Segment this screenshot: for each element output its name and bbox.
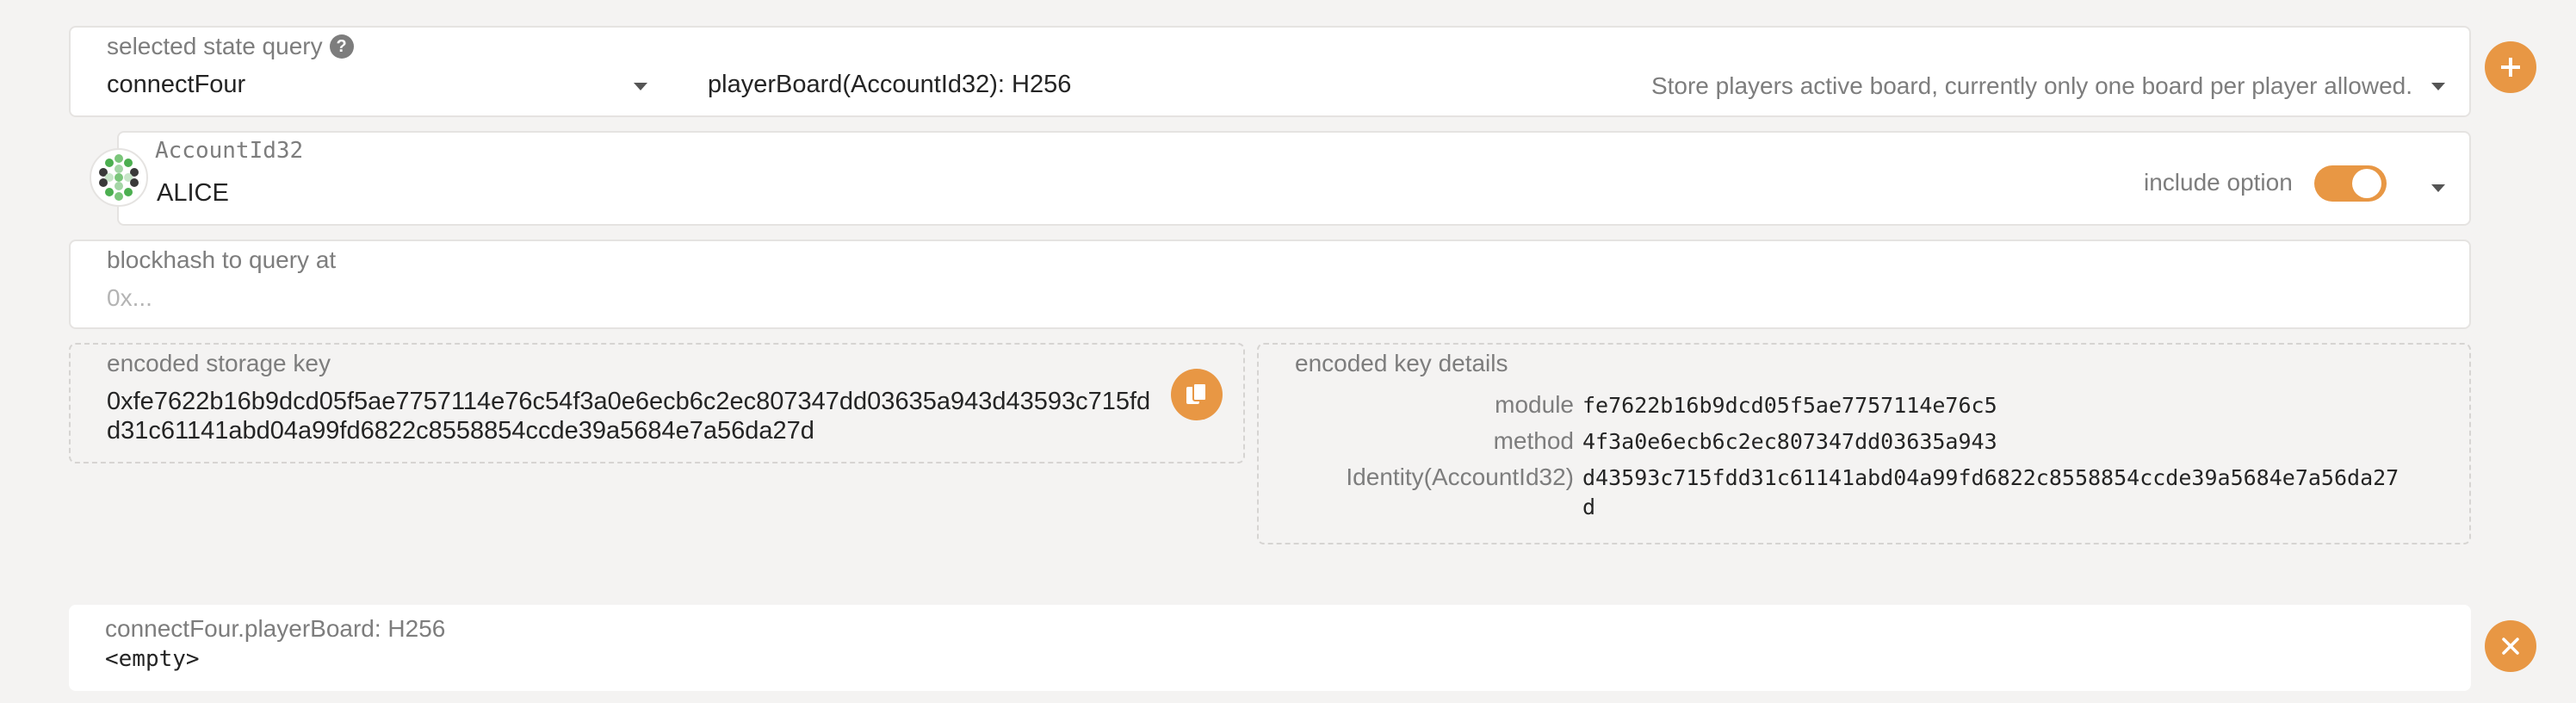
toggle-knob <box>2352 169 2381 198</box>
account-input: AccountId32 ALICE include option <box>117 131 2471 226</box>
key-detail-name: Identity(AccountId32) <box>1346 463 1574 490</box>
module-dropdown[interactable]: connectFour <box>71 71 673 107</box>
state-query-label-text: selected state query <box>107 33 323 59</box>
key-detail-name: method <box>1493 427 1574 454</box>
key-detail-name: module <box>1495 391 1574 418</box>
key-detail-value-wrap: d <box>1582 495 1596 519</box>
blockhash-input[interactable]: blockhash to query at 0x... <box>69 240 2471 329</box>
copy-button[interactable] <box>1171 369 1223 420</box>
include-option-label: include option <box>2144 169 2293 196</box>
method-dropdown[interactable]: playerBoard(AccountId32): H256 Store pla… <box>708 71 2455 107</box>
close-icon <box>2502 638 2519 655</box>
help-icon[interactable]: ? <box>329 34 354 59</box>
blockhash-label: blockhash to query at <box>107 246 337 273</box>
result-value: <empty> <box>105 646 200 672</box>
key-detail-value: fe7622b16b9dcd05f5ae7757114e76c5 <box>1582 393 1997 418</box>
state-query-selector: selected state query ? connectFour playe… <box>69 26 2471 117</box>
query-result: connectFour.playerBoard: H256 <empty> <box>69 605 2471 691</box>
result-label: connectFour.playerBoard: H256 <box>105 615 446 642</box>
remove-result-button[interactable] <box>2485 620 2536 672</box>
chevron-down-icon <box>634 83 647 90</box>
chevron-down-icon <box>2431 83 2445 90</box>
encoded-key-details: encoded key details module fe7622b16b9dc… <box>1257 343 2471 544</box>
blockhash-placeholder: 0x... <box>107 284 152 311</box>
key-details-label: encoded key details <box>1295 350 1508 376</box>
account-label: AccountId32 <box>155 138 304 164</box>
encoded-key-line1: 0xfe7622b16b9dcd05f5ae7757114e76c54f3a0e… <box>107 388 1151 415</box>
add-query-button[interactable] <box>2485 41 2536 93</box>
method-description: Store players active board, currently on… <box>1650 72 2412 99</box>
method-signature: playerBoard(AccountId32): H256 <box>708 71 1072 98</box>
encoded-key-label: encoded storage key <box>107 350 331 376</box>
identicon-pattern <box>99 154 139 201</box>
encoded-storage-key: encoded storage key 0xfe7622b16b9dcd05f5… <box>69 343 1245 463</box>
encoded-key-line2: d31c61141abd04a99fd6822c8558854ccde39a56… <box>107 417 814 445</box>
account-value[interactable]: ALICE <box>157 179 229 208</box>
plus-icon <box>2501 58 2520 77</box>
key-detail-value: 4f3a0e6ecb6c2ec807347dd03635a943 <box>1582 429 1997 454</box>
copy-icon <box>1186 383 1207 404</box>
key-detail-value: d43593c715fdd31c61141abd04a99fd6822c8558… <box>1582 465 2400 490</box>
include-option-toggle[interactable] <box>2314 165 2387 202</box>
state-query-label: selected state query ? <box>107 33 354 60</box>
module-value: connectFour <box>107 71 246 98</box>
identicon-icon[interactable] <box>90 148 148 207</box>
chevron-down-icon[interactable] <box>2431 184 2445 192</box>
